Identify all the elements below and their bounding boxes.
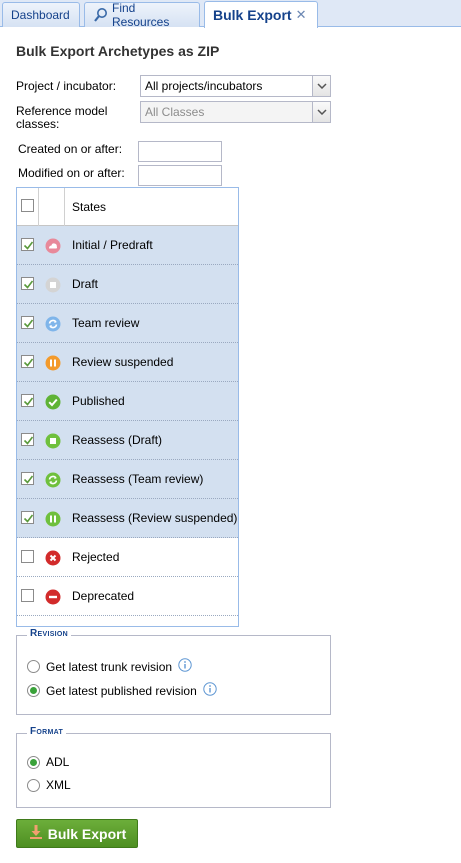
created-date-field[interactable] xyxy=(138,141,222,162)
state-row-deprecated[interactable]: Deprecated xyxy=(17,577,238,616)
project-combo[interactable]: All projects/incubators xyxy=(140,75,331,97)
state-label: Reassess (Team review) xyxy=(72,472,204,486)
check-icon xyxy=(45,394,61,410)
state-row-draft[interactable]: Draft xyxy=(17,265,238,304)
draft-state-icon xyxy=(45,277,61,293)
chevron-down-icon[interactable] xyxy=(312,76,330,96)
state-label: Review suspended xyxy=(72,355,174,369)
row-checkbox[interactable] xyxy=(21,355,34,368)
radio-trunk-revision[interactable]: Get latest trunk revision xyxy=(27,658,192,675)
state-row-reassess-team-review[interactable]: Reassess (Team review) xyxy=(17,460,238,499)
state-row-team-review[interactable]: Team review xyxy=(17,304,238,343)
download-icon xyxy=(28,824,44,843)
state-label: Team review xyxy=(72,316,140,330)
rejected-icon xyxy=(45,550,61,566)
state-label: Draft xyxy=(72,277,99,291)
ref-model-label-line1: Reference model xyxy=(16,104,108,118)
chevron-down-icon[interactable] xyxy=(312,102,330,122)
radio-published[interactable] xyxy=(27,684,40,697)
state-label: Deprecated xyxy=(72,589,135,603)
tab-dashboard[interactable]: Dashboard xyxy=(2,2,80,27)
state-row-review-suspended[interactable]: Review suspended xyxy=(17,343,238,382)
pause-icon xyxy=(45,355,61,371)
magnifier-icon xyxy=(93,7,109,23)
tab-bar: Dashboard Find Resources Bulk Export ✕ xyxy=(0,0,461,29)
radio-adl[interactable] xyxy=(27,755,40,769)
row-checkbox[interactable] xyxy=(21,589,34,602)
revision-fieldset: Revision Get latest trunk revision Get l… xyxy=(16,628,331,715)
row-checkbox[interactable] xyxy=(21,394,34,407)
initial-state-icon xyxy=(45,238,61,254)
radio-trunk-label: Get latest trunk revision xyxy=(46,659,173,674)
format-fieldset: Format ADL XML xyxy=(16,726,331,808)
info-icon[interactable] xyxy=(203,682,217,699)
radio-published-revision[interactable]: Get latest published revision xyxy=(27,682,217,699)
state-label: Initial / Predraft xyxy=(72,238,153,252)
created-label: Created on or after: xyxy=(18,142,123,156)
radio-xml[interactable] xyxy=(27,778,40,792)
ref-model-combo[interactable]: All Classes xyxy=(140,101,331,123)
radio-xml-label: XML xyxy=(46,778,71,792)
page-title: Bulk Export Archetypes as ZIP xyxy=(16,43,220,59)
ref-model-label: Reference model classes: xyxy=(16,105,107,131)
row-checkbox[interactable] xyxy=(21,472,34,485)
reassess-draft-icon xyxy=(45,433,61,449)
state-row-reassess-draft[interactable]: Reassess (Draft) xyxy=(17,421,238,460)
header-checkbox-cell xyxy=(17,188,39,226)
select-all-checkbox[interactable] xyxy=(21,199,34,212)
radio-trunk[interactable] xyxy=(27,660,40,673)
row-checkbox[interactable] xyxy=(21,277,34,290)
info-icon[interactable] xyxy=(178,658,192,675)
reassess-pause-icon xyxy=(45,511,61,527)
state-label: Rejected xyxy=(72,550,120,564)
ref-model-combo-value: All Classes xyxy=(145,105,205,119)
state-row-reassess-review-suspended[interactable]: Reassess (Review suspended) xyxy=(17,499,238,538)
row-checkbox[interactable] xyxy=(21,238,34,251)
revision-legend: Revision xyxy=(27,628,72,639)
state-row-rejected[interactable]: Rejected xyxy=(17,538,238,577)
bulk-export-label: Bulk Export xyxy=(47,825,127,842)
tab-find-resources-label: Find Resources xyxy=(112,1,170,29)
modified-label: Modified on or after: xyxy=(18,166,125,180)
tab-bulk-export-label: Bulk Export xyxy=(213,7,292,23)
radio-xml-option[interactable]: XML xyxy=(27,778,71,792)
states-grid: States Initial / Predraft Draft Team rev… xyxy=(16,187,239,627)
row-checkbox[interactable] xyxy=(21,316,34,329)
project-combo-value: All projects/incubators xyxy=(145,79,263,93)
reassess-team-review-icon xyxy=(45,472,61,488)
tab-bulk-export[interactable]: Bulk Export ✕ xyxy=(204,1,318,28)
close-icon[interactable]: ✕ xyxy=(296,7,307,23)
format-legend: Format xyxy=(27,726,67,737)
tab-find-resources[interactable]: Find Resources xyxy=(84,1,200,29)
state-label: Reassess (Draft) xyxy=(72,433,163,447)
state-row-initial[interactable]: Initial / Predraft xyxy=(17,226,238,265)
grid-header: States xyxy=(17,188,238,226)
ref-model-label-line2: classes: xyxy=(16,117,60,131)
tab-dashboard-label: Dashboard xyxy=(11,8,70,22)
deprecated-icon xyxy=(45,589,61,605)
radio-adl-option[interactable]: ADL xyxy=(27,755,69,769)
states-column-header: States xyxy=(72,200,107,214)
row-checkbox[interactable] xyxy=(21,511,34,524)
state-row-published[interactable]: Published xyxy=(17,382,238,421)
header-icon-cell xyxy=(39,188,65,226)
modified-date-field[interactable] xyxy=(138,165,222,186)
radio-adl-label: ADL xyxy=(46,755,70,769)
project-label: Project / incubator: xyxy=(16,79,117,93)
row-checkbox[interactable] xyxy=(21,550,34,563)
team-review-icon xyxy=(45,316,61,332)
radio-published-label: Get latest published revision xyxy=(46,683,197,698)
state-label: Reassess (Review suspended) xyxy=(72,511,238,525)
state-label: Published xyxy=(72,394,125,408)
row-checkbox[interactable] xyxy=(21,433,34,446)
bulk-export-button[interactable]: Bulk Export xyxy=(16,819,138,848)
